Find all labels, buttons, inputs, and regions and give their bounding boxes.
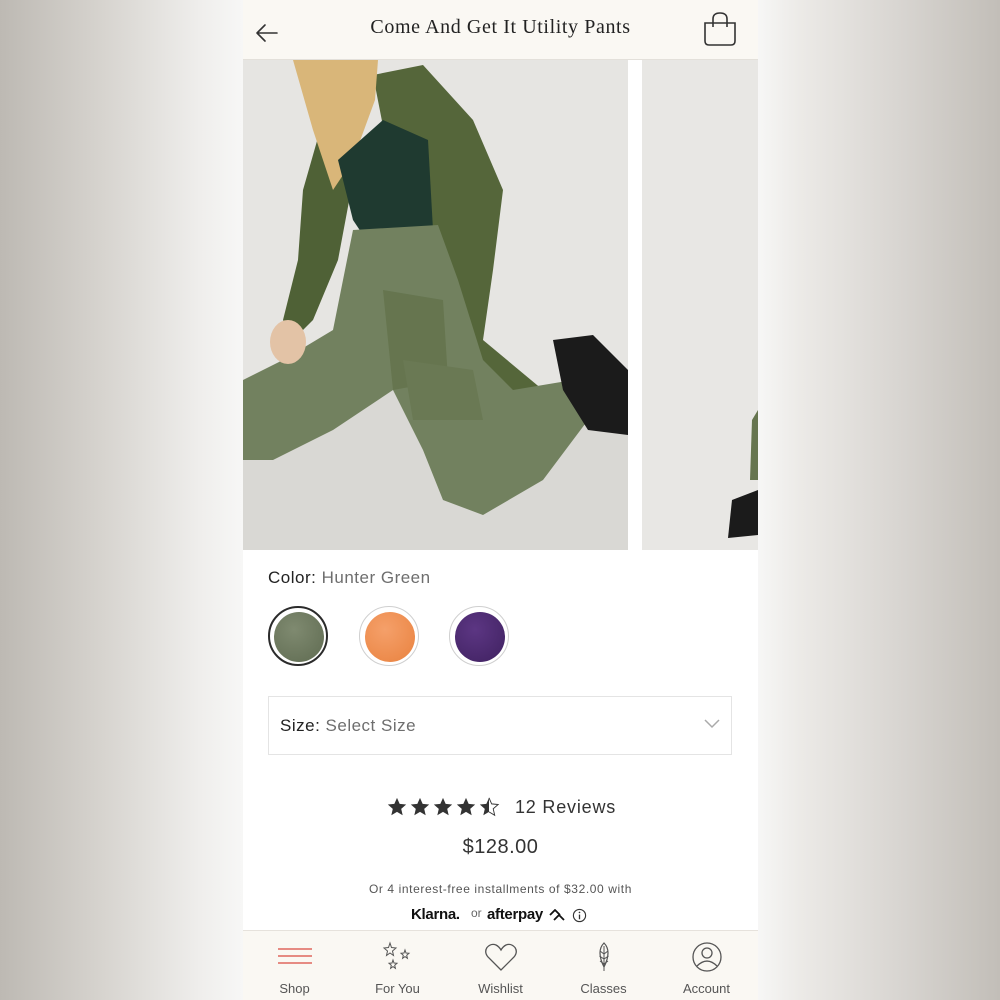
klarna-logo: Klarna. xyxy=(411,906,460,923)
star-half-icon xyxy=(479,797,500,817)
color-swatch-orange[interactable] xyxy=(359,606,419,666)
sparkle-stars-icon xyxy=(382,941,411,970)
account-icon xyxy=(692,942,722,972)
top-bar: Come And Get It Utility Pants xyxy=(243,0,758,60)
star-icon xyxy=(387,797,407,816)
swatch-fill xyxy=(274,612,324,662)
star-icon xyxy=(433,797,453,816)
size-dropdown[interactable]: Size: Select Size xyxy=(268,696,732,755)
product-page: Come And Get It Utility Pants Color: Hun… xyxy=(243,0,758,1000)
rating-summary[interactable]: 12 Reviews xyxy=(386,796,626,822)
chevron-down-icon xyxy=(704,719,720,729)
heart-icon xyxy=(485,943,517,971)
nav-label-wishlist: Wishlist xyxy=(478,981,523,996)
color-label: Color: xyxy=(268,568,317,587)
installments-text: Or 4 interest-free installments of $32.0… xyxy=(368,882,633,896)
product-image-main[interactable] xyxy=(243,60,628,550)
nav-item-classes[interactable]: Classes xyxy=(552,931,655,1000)
size-label: Size: xyxy=(280,716,321,735)
product-price: $128.00 xyxy=(462,836,539,858)
selected-color-name: Hunter Green xyxy=(321,568,431,587)
color-swatch-purple[interactable] xyxy=(449,606,509,666)
arrow-left-icon xyxy=(256,24,278,42)
feather-icon xyxy=(599,942,609,971)
info-icon[interactable] xyxy=(572,908,587,923)
swatch-fill xyxy=(365,612,415,662)
product-image-next[interactable] xyxy=(642,60,758,550)
bottom-nav: Shop For You Wishlist Classes Account xyxy=(243,930,758,1000)
size-dropdown-text: Size: Select Size xyxy=(280,716,416,736)
size-placeholder: Select Size xyxy=(325,716,417,735)
color-swatch-hunter-green[interactable] xyxy=(268,606,328,666)
page-title: Come And Get It Utility Pants xyxy=(370,16,631,38)
nav-label-for-you: For You xyxy=(375,981,420,996)
nav-item-wishlist[interactable]: Wishlist xyxy=(449,931,552,1000)
bag-button[interactable] xyxy=(701,10,739,48)
nav-label-classes: Classes xyxy=(580,981,627,996)
nav-item-shop[interactable]: Shop xyxy=(243,931,346,1000)
nav-label-shop: Shop xyxy=(279,981,310,996)
star-icon xyxy=(410,797,430,816)
model-photo-partial-illustration xyxy=(642,60,758,550)
nav-item-for-you[interactable]: For You xyxy=(346,931,449,1000)
shopping-bag-icon xyxy=(704,12,736,46)
menu-lines-icon xyxy=(278,948,312,964)
afterpay-arrows-icon xyxy=(549,909,565,921)
back-button[interactable] xyxy=(251,14,281,44)
model-photo-illustration xyxy=(243,60,628,550)
star-icon xyxy=(456,797,476,816)
nav-item-account[interactable]: Account xyxy=(655,931,758,1000)
nav-label-account: Account xyxy=(683,981,730,996)
reviews-count[interactable]: 12 Reviews xyxy=(515,797,616,818)
color-selector-label: Color: Hunter Green xyxy=(268,568,431,588)
afterpay-logo: afterpay xyxy=(487,906,543,923)
payment-providers: Klarna. or afterpay xyxy=(411,905,601,927)
swatch-fill xyxy=(455,612,505,662)
or-text: or xyxy=(471,906,482,920)
